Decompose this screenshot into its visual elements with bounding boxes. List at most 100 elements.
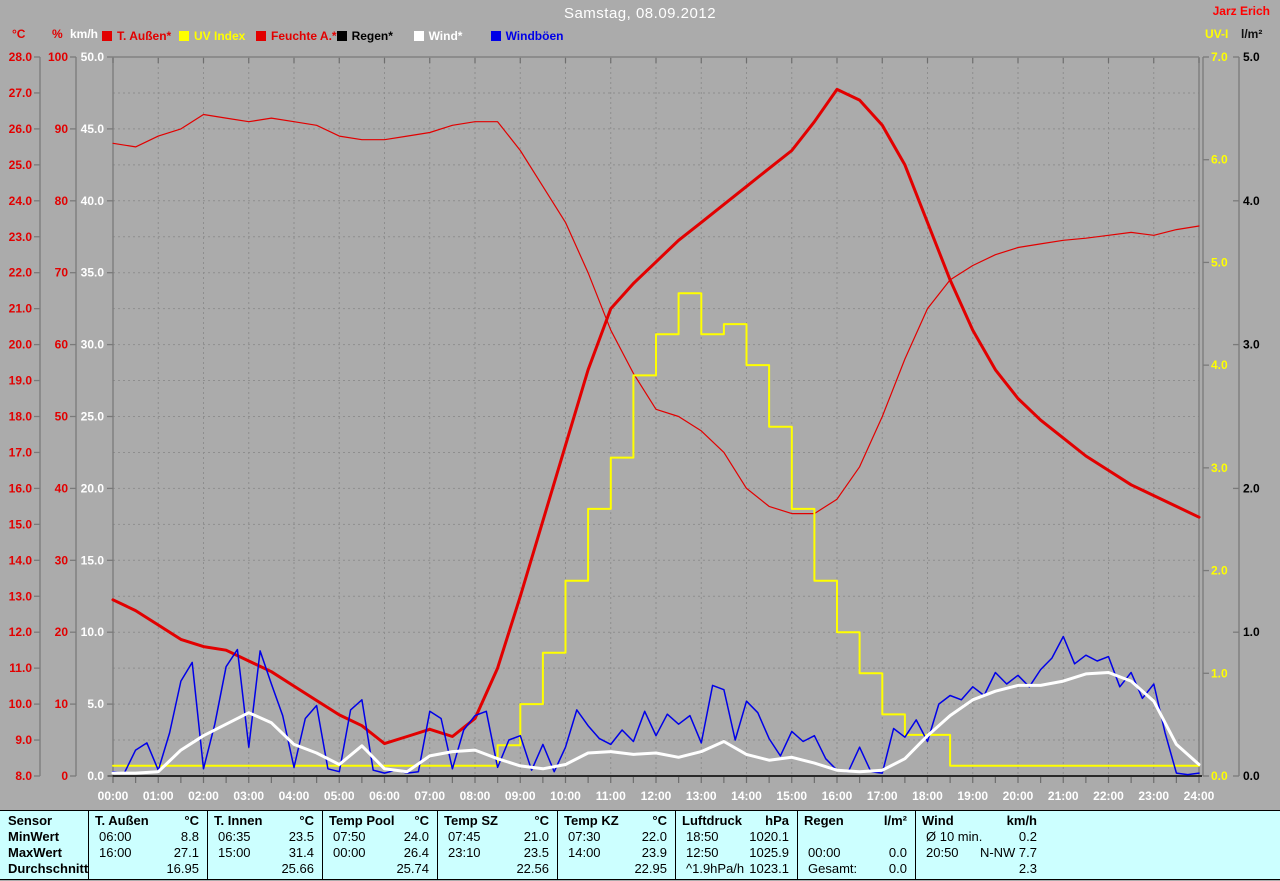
y-tick-label: 35.0: [81, 266, 105, 280]
y-tick-label: 0.0: [87, 769, 104, 783]
y-tick-label: 45.0: [81, 122, 105, 136]
stat-value: 16.95: [166, 861, 199, 876]
stats-column-5: Luftdruck hPa 18:50 1020.1 12:50 1025.9 ^1.9hP…: [675, 811, 797, 879]
stat-value: 8.8: [180, 829, 199, 844]
y-tick-label: 4.0: [1243, 194, 1260, 208]
stat-time: 14:00: [568, 845, 601, 860]
x-axis-label: 02:00: [188, 789, 219, 803]
x-axis-label: 06:00: [369, 789, 400, 803]
x-axis-label: 23:00: [1138, 789, 1169, 803]
x-axis-label: 07:00: [414, 789, 445, 803]
stat-value: 31.4: [288, 845, 314, 860]
stats-column-1: T. Innen °C 06:35 23.5 15:00 31.4 25.66: [207, 811, 322, 879]
sensor-name: T. Außen: [95, 813, 149, 828]
stats-cell-row: 2.3: [916, 861, 1045, 877]
stats-column-2: Temp Pool °C 07:50 24.0 00:00 26.4 25.74: [322, 811, 437, 879]
x-axis-label: 05:00: [324, 789, 355, 803]
stats-cell-row: 23:10 23.5: [438, 845, 557, 861]
y-tick-label: 0.0: [1243, 769, 1260, 783]
stats-filler: [1045, 811, 1280, 879]
stats-cell-row: 16.95: [89, 861, 207, 877]
sensor-unit: °C: [534, 813, 549, 828]
sensor-name: Wind: [922, 813, 954, 828]
y-tick-label: 7.0: [1211, 50, 1228, 64]
sensor-unit: l/m²: [883, 813, 907, 828]
x-axis-label: 12:00: [641, 789, 672, 803]
y-tick-label: 25.0: [81, 410, 105, 424]
stats-cell-row: 14:00 23.9: [558, 845, 675, 861]
stats-cell-row: 15:00 31.4: [208, 845, 322, 861]
y-tick-label: 12.0: [9, 625, 33, 639]
x-axis-label: 24:00: [1184, 789, 1215, 803]
y-tick-label: 21.0: [9, 302, 33, 316]
stats-cell-row: 07:45 21.0: [438, 829, 557, 845]
stat-time: 15:00: [218, 845, 251, 860]
y-tick-label: 20.0: [81, 481, 105, 495]
sensor-unit: °C: [184, 813, 199, 828]
y-tick-label: 3.0: [1243, 338, 1260, 352]
y-tick-label: 80: [55, 194, 69, 208]
y-tick-label: 14.0: [9, 553, 33, 567]
stat-time: 12:50: [686, 845, 719, 860]
y-tick-label: 0: [61, 769, 68, 783]
y-tick-label: 11.0: [9, 661, 32, 675]
y-tick-label: 1.0: [1211, 666, 1228, 680]
x-axis-label: 20:00: [1003, 789, 1034, 803]
stats-cell-row: [798, 829, 915, 845]
stats-column-header: Regen l/m²: [798, 813, 915, 829]
stats-column-4: Temp KZ °C 07:30 22.0 14:00 23.9 22.95: [557, 811, 675, 879]
stat-value: 2.3: [1018, 861, 1037, 876]
stats-cell-row: 00:00 0.0: [798, 845, 915, 861]
stat-value: 25.66: [281, 861, 314, 876]
stats-column-header: Wind km/h: [916, 813, 1045, 829]
stats-column-7: Wind km/h Ø 10 min. 0.2 20:50 N-NW 7.7 2.3: [915, 811, 1045, 879]
stats-row-label: MinWert: [8, 829, 60, 844]
stat-value: 22.0: [641, 829, 667, 844]
stat-value: 0.2: [1018, 829, 1037, 844]
y-tick-label: 16.0: [9, 481, 33, 495]
y-tick-label: 60: [55, 338, 69, 352]
stat-time: 16:00: [99, 845, 132, 860]
y-tick-label: 9.0: [15, 733, 32, 747]
y-tick-label: 40: [55, 481, 69, 495]
stats-column-header: T. Innen °C: [208, 813, 322, 829]
y-tick-label: 10.0: [81, 625, 105, 639]
stats-table: Sensor MinWert MaxWert Durchschnitt T. Außen…: [0, 810, 1280, 880]
y-tick-label: 24.0: [9, 194, 33, 208]
y-tick-label: 3.0: [1211, 461, 1228, 475]
y-tick-label: 4.0: [1211, 358, 1228, 372]
stats-cell-row: 16:00 27.1: [89, 845, 207, 861]
y-tick-label: 100: [48, 50, 68, 64]
y-tick-label: 5.0: [1243, 50, 1260, 64]
stats-cell-row: 07:50 24.0: [323, 829, 437, 845]
x-axis-label: 13:00: [686, 789, 717, 803]
y-tick-label: 27.0: [9, 86, 33, 100]
y-tick-label: 50.0: [81, 50, 105, 64]
weather-chart: 28.0 27.0 26.0 25.0 24.0 23.0 22.0 21.0 20.0 19.0…: [9, 50, 1260, 803]
stat-time: 06:35: [218, 829, 251, 844]
y-tick-label: 20: [55, 625, 69, 639]
stats-row-label: Durchschnitt: [8, 861, 88, 876]
stat-value: 23.9: [641, 845, 667, 860]
stat-time: Ø 10 min.: [926, 829, 983, 844]
stats-cell-row: 22.56: [438, 861, 557, 877]
stat-time: 18:50: [686, 829, 719, 844]
y-tick-label: 1.0: [1243, 625, 1260, 639]
stat-time: 06:00: [99, 829, 132, 844]
y-tick-label: 15.0: [9, 517, 33, 531]
y-tick-label: 23.0: [9, 230, 33, 244]
stat-time: 00:00: [808, 845, 841, 860]
x-axis-label: 08:00: [460, 789, 491, 803]
stats-cell-row: 07:30 22.0: [558, 829, 675, 845]
stat-time: 23:10: [448, 845, 481, 860]
stats-cell-row: 00:00 26.4: [323, 845, 437, 861]
stat-value: 26.4: [403, 845, 429, 860]
y-tick-label: 50: [55, 410, 69, 424]
stats-cell-row: Gesamt: 0.0: [798, 861, 915, 877]
stat-value: 23.5: [288, 829, 314, 844]
y-tick-label: 6.0: [1211, 153, 1228, 167]
x-axis-label: 16:00: [822, 789, 853, 803]
y-tick-label: 10.0: [9, 697, 33, 711]
y-tick-label: 30: [55, 553, 69, 567]
sensor-unit: °C: [414, 813, 429, 828]
